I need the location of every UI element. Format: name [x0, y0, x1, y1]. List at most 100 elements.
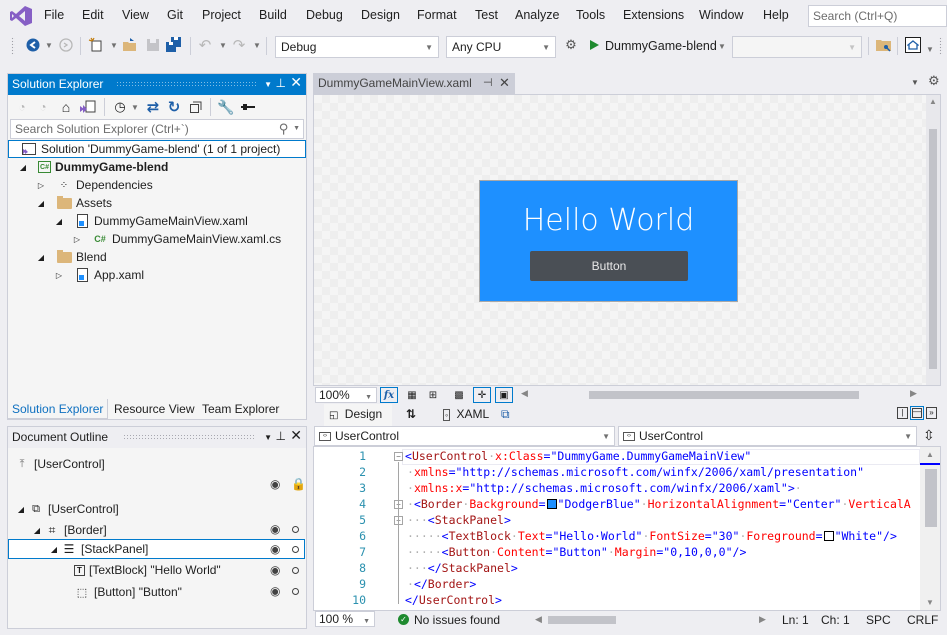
collapse-region-icon[interactable]: − [394, 452, 403, 461]
home-window-icon[interactable] [905, 37, 921, 53]
expanded-arrow-icon[interactable]: ◢ [18, 163, 28, 172]
menu-window[interactable]: Window [699, 8, 743, 22]
menu-format[interactable]: Format [417, 8, 457, 22]
project-code-icon[interactable]: ▣ [495, 387, 513, 403]
open-file-icon[interactable] [122, 37, 138, 53]
menu-build[interactable]: Build [259, 8, 287, 22]
tab-team-explorer[interactable]: Team Explorer [198, 399, 283, 419]
lock-toggle-icon[interactable] [292, 567, 299, 574]
snap-to-snaplines-icon[interactable]: ✛ [473, 387, 491, 403]
search-options-dropdown-icon[interactable]: ▼ [293, 125, 300, 132]
dodgerblue-color-swatch[interactable] [546, 499, 557, 509]
menu-edit[interactable]: Edit [82, 8, 104, 22]
snap-to-grid-icon[interactable]: ⊞ [424, 387, 442, 403]
expanded-arrow-icon[interactable]: ◢ [36, 199, 46, 208]
expanded-arrow-icon[interactable]: ◢ [36, 253, 46, 262]
tree-item-project[interactable]: ◢ C# DummyGame-blend [18, 158, 168, 176]
tree-item-assets[interactable]: ◢ Assets [36, 194, 112, 212]
window-position-dropdown-icon[interactable]: ▼ [264, 80, 272, 89]
navigate-back-icon[interactable] [25, 37, 41, 53]
outline-item-stackpanel[interactable]: ◢ ☰ [StackPanel] [8, 539, 305, 559]
outline-item-textblock[interactable]: T [TextBlock] "Hello World" [74, 561, 221, 579]
collapse-pane-icon[interactable]: » [926, 407, 937, 419]
effects-toggle-fx-icon[interactable]: fx [380, 387, 398, 403]
outline-item-border[interactable]: ◢ ⌗ [Border] [32, 521, 107, 539]
new-project-icon[interactable] [88, 37, 104, 53]
tree-item-app-xaml[interactable]: ▷ App.xaml [54, 266, 144, 284]
scroll-left-arrow-icon[interactable]: ◀ [521, 388, 528, 399]
menu-design[interactable]: Design [361, 8, 400, 22]
grid-toggle-icon[interactable]: ▦ [403, 387, 421, 403]
toolbar-options-icon[interactable]: ▼ [926, 45, 934, 54]
solution-node[interactable]: Solution 'DummyGame-blend' (1 of 1 proje… [8, 140, 306, 158]
close-icon[interactable]: ✕ [290, 427, 302, 444]
window-position-dropdown-icon[interactable]: ▼ [264, 433, 272, 442]
pin-icon[interactable]: ⊥ [276, 429, 286, 443]
horizontal-split-icon[interactable]: — [910, 406, 924, 420]
new-dropdown-icon[interactable]: ▼ [110, 41, 118, 50]
tab-resource-view[interactable]: Resource View [110, 399, 198, 419]
find-in-files-folder-icon[interactable] [876, 37, 892, 53]
search-input[interactable]: Search (Ctrl+Q) [808, 5, 947, 27]
lock-toggle-icon[interactable] [292, 526, 299, 533]
lock-toggle-icon[interactable] [292, 588, 299, 595]
visibility-eye-icon[interactable]: ◉ [270, 542, 280, 556]
tab-xaml[interactable]: ◦ XAML [443, 407, 489, 421]
solution-platform-select[interactable]: Any CPU ▼ [446, 36, 556, 58]
collapsed-arrow-icon[interactable]: ▷ [72, 235, 82, 244]
visual-studio-logo-icon[interactable] [10, 6, 32, 26]
attach-process-gears-icon[interactable]: ⚙ [563, 37, 579, 53]
hello-world-textblock[interactable]: Hello World [480, 203, 737, 238]
save-icon[interactable] [145, 37, 161, 53]
issues-status[interactable]: No issues found [414, 613, 500, 627]
scope-up-button[interactable]: ⤒ [UserControl] [14, 455, 105, 473]
collapsed-arrow-icon[interactable]: ▷ [54, 271, 64, 280]
expanded-arrow-icon[interactable]: ◢ [32, 526, 42, 535]
visibility-eye-icon[interactable]: ◉ [270, 477, 280, 491]
tree-item-mainview-xaml[interactable]: ◢ DummyGameMainView.xaml [54, 212, 248, 230]
visibility-eye-icon[interactable]: ◉ [270, 584, 280, 598]
menu-view[interactable]: View [122, 8, 149, 22]
solution-configuration-select[interactable]: Debug ▼ [275, 36, 439, 58]
back-dropdown-icon[interactable]: ▼ [45, 41, 53, 50]
start-target-button[interactable]: DummyGame-blend [605, 39, 717, 53]
swap-panes-icon[interactable]: ⇅ [406, 407, 416, 421]
outline-item-usercontrol[interactable]: ◢ ⧉ [UserControl] [16, 500, 119, 518]
scroll-left-arrow-icon[interactable]: ◀ [535, 614, 542, 625]
close-icon[interactable]: ✕ [290, 74, 302, 91]
menu-tools[interactable]: Tools [576, 8, 605, 22]
back-icon[interactable]: ◔ [14, 99, 30, 115]
document-outline-titlebar[interactable]: Document Outline ▼ ⊥ ✕ [8, 427, 306, 448]
start-target-dropdown-icon[interactable]: ▼ [718, 42, 726, 51]
start-debugging-play-icon[interactable] [586, 37, 602, 53]
expanded-arrow-icon[interactable]: ◢ [16, 505, 26, 514]
navigate-forward-icon[interactable] [58, 37, 74, 53]
lock-icon[interactable]: 🔒 [291, 477, 306, 491]
scroll-down-arrow-icon[interactable]: ▼ [926, 598, 934, 607]
expanded-arrow-icon[interactable]: ◢ [49, 545, 59, 554]
tree-item-dependencies[interactable]: ▷ ⁘ Dependencies [36, 176, 153, 194]
line-indicator[interactable]: Ln: 1 [782, 613, 809, 627]
redo-icon[interactable]: ↷ [231, 37, 247, 54]
xaml-element-type-select[interactable]: ‹› UserControl ▼ [314, 426, 615, 446]
menu-debug[interactable]: Debug [306, 8, 343, 22]
whitespace-indicator[interactable]: SPC [866, 613, 891, 627]
save-all-icon[interactable] [166, 37, 182, 53]
pin-tab-icon[interactable]: ⊣ [483, 76, 493, 89]
debug-target-select[interactable]: ▼ [732, 36, 862, 58]
close-tab-icon[interactable]: ✕ [499, 75, 510, 91]
filter-dropdown-icon[interactable]: ▼ [131, 103, 139, 112]
undo-icon[interactable]: ↶ [197, 37, 213, 54]
search-icon[interactable]: ⚲ [279, 121, 289, 137]
no-issues-check-icon[interactable]: ✓ [398, 614, 409, 625]
sync-with-active-document-icon[interactable]: ⇄ [145, 99, 161, 116]
outline-item-button[interactable]: ⬚ [Button] "Button" [74, 583, 182, 601]
pin-icon[interactable]: ⊥ [276, 76, 286, 90]
vertical-split-icon[interactable]: | [897, 407, 908, 419]
home-icon[interactable]: ⌂ [58, 99, 74, 115]
editor-horizontal-scrollbar-thumb[interactable] [548, 616, 616, 624]
tree-item-blend[interactable]: ◢ Blend [36, 248, 107, 266]
document-tab-mainview[interactable]: DummyGameMainView.xaml ⊣ ✕ [313, 73, 515, 94]
pending-changes-filter-icon[interactable]: ◷ [112, 99, 128, 115]
properties-wrench-icon[interactable]: 🔧 [217, 99, 234, 115]
